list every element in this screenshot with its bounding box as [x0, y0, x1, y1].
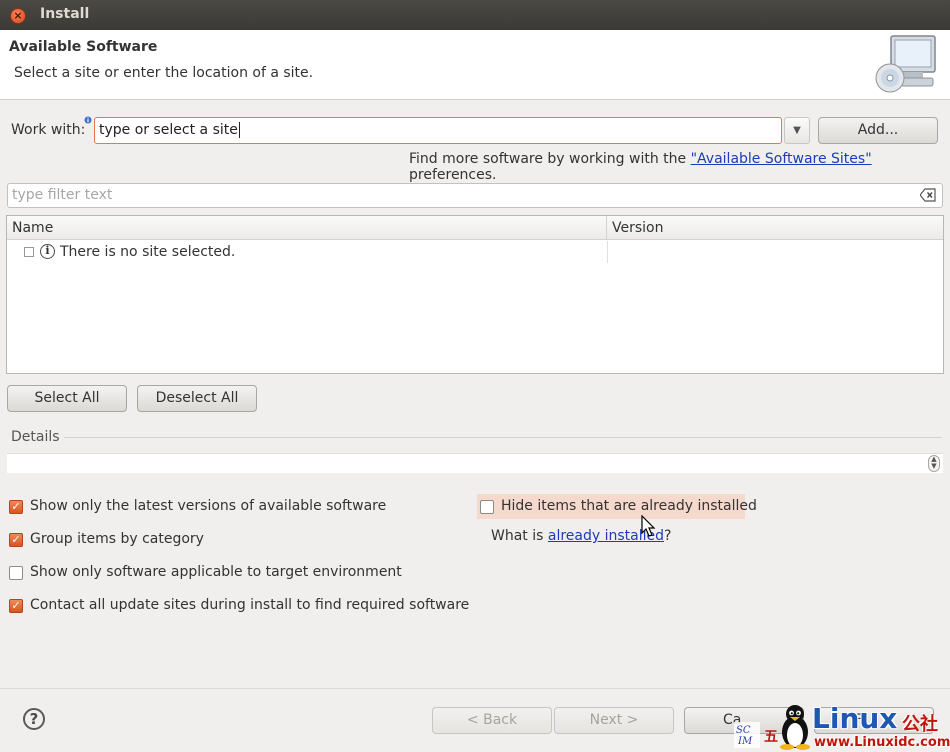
- tux-penguin-icon: [780, 705, 810, 750]
- watermark-brand: Linux: [812, 702, 898, 735]
- contact-sites-checkbox[interactable]: ✓: [9, 599, 23, 613]
- find-more-text: Find more software by working with the "…: [409, 151, 950, 183]
- clear-filter-icon[interactable]: [920, 188, 936, 202]
- what-is-suffix: ?: [664, 528, 672, 544]
- deselect-all-button[interactable]: Deselect All: [137, 385, 257, 412]
- filter-input[interactable]: type filter text: [7, 183, 943, 208]
- install-wizard-icon: [875, 35, 936, 93]
- hide-installed-checkbox[interactable]: [480, 500, 494, 514]
- find-more-suffix: preferences.: [409, 167, 497, 183]
- contact-sites-label[interactable]: Contact all update sites during install …: [30, 597, 469, 613]
- work-with-combo-input[interactable]: type or select a site: [94, 117, 782, 144]
- table-row[interactable]: i There is no site selected.: [7, 241, 943, 265]
- latest-versions-label[interactable]: Show only the latest versions of availab…: [30, 498, 386, 514]
- what-is-prefix: What is: [491, 528, 548, 544]
- page-description: Select a site or enter the location of a…: [14, 65, 314, 81]
- group-by-category-label[interactable]: Group items by category: [30, 531, 204, 547]
- footer-divider: [0, 688, 950, 689]
- text-caret: [238, 122, 240, 138]
- linuxidc-watermark: SC IM 五 Linux 公社 www.Linuxidc.com: [734, 700, 950, 752]
- column-divider: [607, 241, 608, 263]
- latest-versions-checkbox[interactable]: ✓: [9, 500, 23, 514]
- watermark-brand-cn: 公社: [902, 714, 938, 735]
- work-with-value: type or select a site: [99, 122, 238, 138]
- target-environment-checkbox[interactable]: [9, 566, 23, 580]
- svg-text:SC: SC: [736, 725, 751, 736]
- row-name: There is no site selected.: [60, 244, 236, 260]
- details-text-area[interactable]: ▲ ▼: [7, 453, 943, 473]
- next-button[interactable]: Next >: [554, 707, 674, 734]
- close-icon[interactable]: ×: [10, 8, 26, 24]
- details-scroll-icon[interactable]: ▲ ▼: [928, 455, 940, 472]
- window-title: Install: [40, 6, 90, 22]
- group-by-category-checkbox[interactable]: ✓: [9, 533, 23, 547]
- watermark-url: www.Linuxidc.com: [814, 735, 950, 750]
- page-title: Available Software: [9, 39, 158, 55]
- add-site-button[interactable]: Add...: [818, 117, 938, 144]
- info-decoration-icon: [84, 116, 92, 124]
- dropdown-arrow-icon[interactable]: ▼: [784, 117, 810, 144]
- header-banner: Available Software Select a site or ente…: [0, 30, 950, 100]
- title-bar: × Install: [0, 0, 950, 30]
- info-icon: i: [40, 244, 55, 259]
- details-divider: [64, 437, 942, 438]
- hide-installed-label[interactable]: Hide items that are already installed: [501, 498, 757, 514]
- mouse-cursor-icon: [641, 515, 656, 537]
- column-header-name[interactable]: Name: [7, 216, 607, 240]
- software-table[interactable]: Name Version i There is no site selected…: [6, 215, 944, 374]
- details-label: Details: [11, 429, 60, 445]
- scim-logo-icon: SC IM: [734, 722, 760, 748]
- back-button[interactable]: < Back: [432, 707, 552, 734]
- install-dialog: × Install Available Software Select a si…: [0, 0, 950, 752]
- available-software-sites-link[interactable]: "Available Software Sites": [691, 151, 872, 167]
- work-with-label: Work with:: [11, 122, 86, 138]
- target-environment-label[interactable]: Show only software applicable to target …: [30, 564, 402, 580]
- help-icon[interactable]: ?: [23, 708, 45, 730]
- ime-char: 五: [764, 729, 778, 745]
- column-header-version[interactable]: Version: [607, 216, 943, 240]
- find-more-prefix: Find more software by working with the: [409, 151, 691, 167]
- filter-placeholder: type filter text: [12, 187, 113, 203]
- svg-text:IM: IM: [737, 736, 753, 747]
- select-all-button[interactable]: Select All: [7, 385, 127, 412]
- row-checkbox[interactable]: [24, 247, 34, 257]
